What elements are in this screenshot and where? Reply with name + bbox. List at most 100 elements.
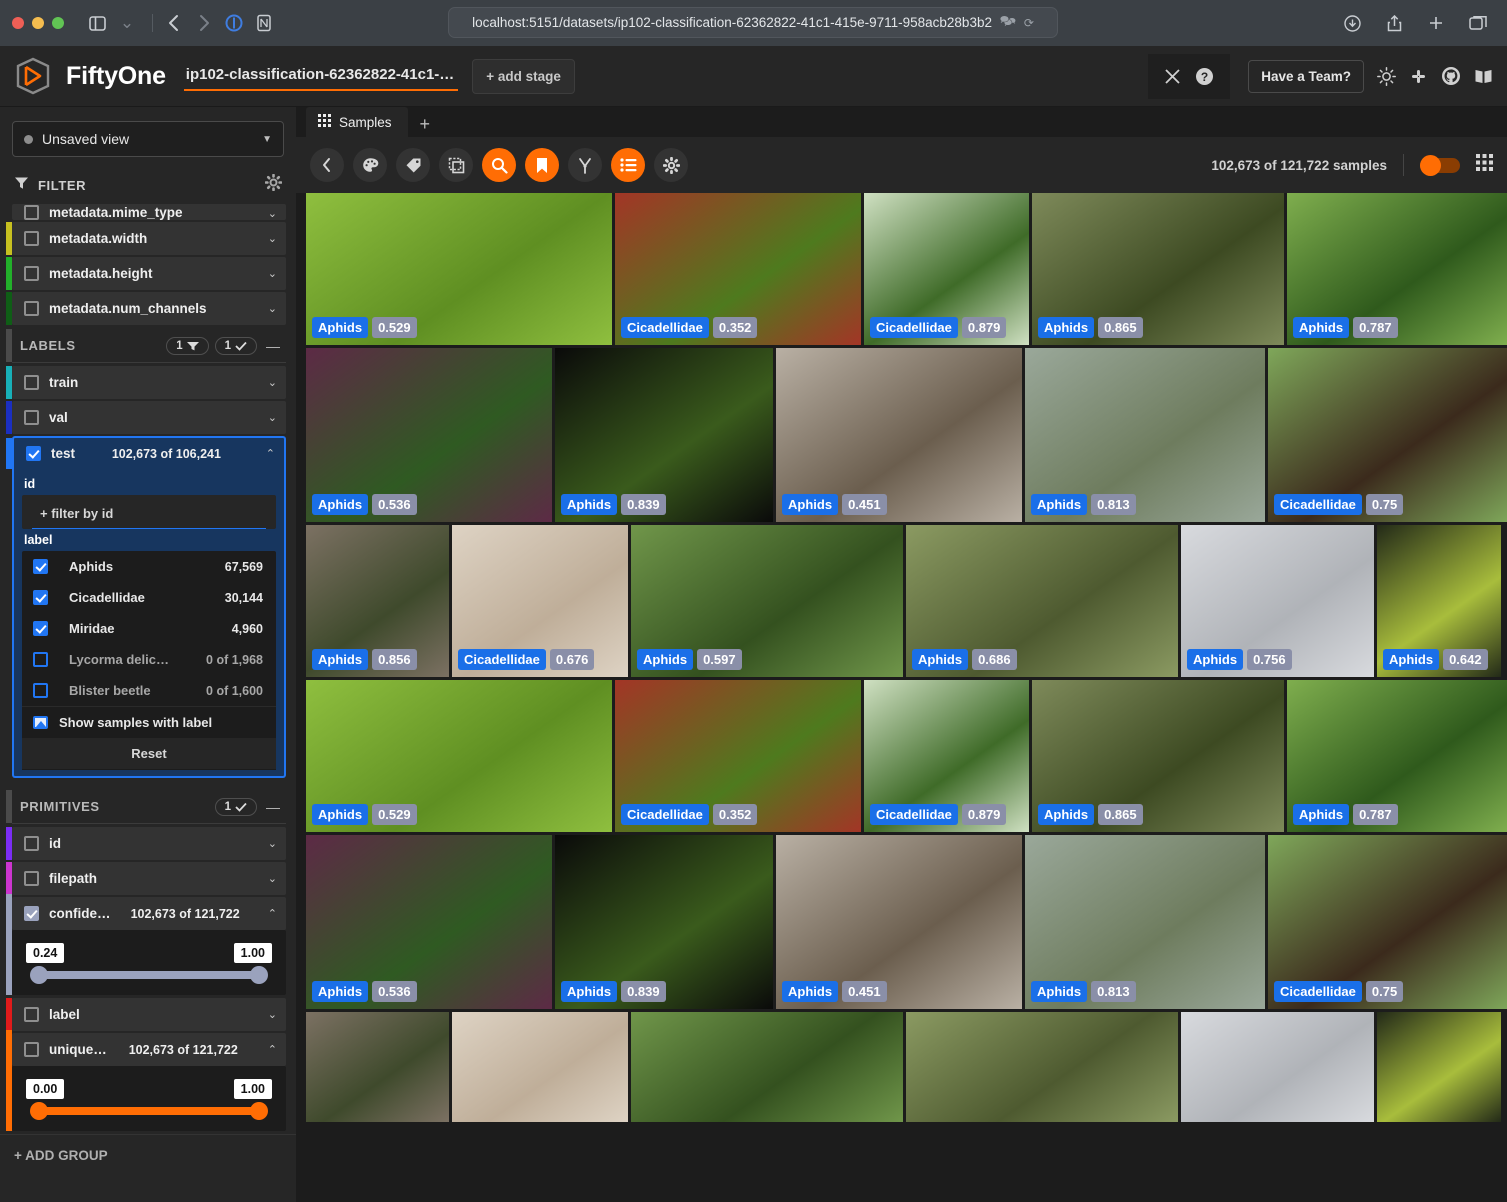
- sidebar-field-confidence[interactable]: confide… 102,673 of 121,722 ⌃: [6, 897, 286, 930]
- forward-icon[interactable]: [191, 10, 217, 36]
- gear-icon[interactable]: [264, 173, 283, 196]
- sample-tile[interactable]: Aphids 0.451: [776, 348, 1022, 522]
- sidebar-field-id[interactable]: id ⌄: [6, 827, 286, 860]
- chevron-down-icon[interactable]: ▼: [262, 134, 272, 145]
- reload-icon[interactable]: ⟳: [1024, 16, 1034, 30]
- field-checkbox[interactable]: [24, 231, 39, 246]
- confidence-slider-track[interactable]: [30, 966, 268, 984]
- sample-tile[interactable]: Aphids 0.787: [1287, 193, 1507, 345]
- search-icon[interactable]: [482, 148, 516, 182]
- label-row-blister-beetle[interactable]: Blister beetle 0 of 1,600: [22, 675, 276, 706]
- sidebar-field-val[interactable]: val ⌄: [6, 401, 286, 434]
- sample-tile[interactable]: Aphids 0.839: [555, 835, 773, 1009]
- uniqueness-min-value[interactable]: 0.00: [26, 1079, 65, 1099]
- image-checkbox-icon[interactable]: [33, 716, 48, 729]
- back-icon[interactable]: [310, 148, 344, 182]
- label-checkbox[interactable]: [33, 590, 48, 605]
- chevron-down-icon[interactable]: ⌄: [268, 232, 277, 245]
- sample-tile[interactable]: Aphids 0.813: [1025, 835, 1265, 1009]
- label-checkbox[interactable]: [33, 652, 48, 667]
- sample-tile[interactable]: Aphids 0.865: [1032, 193, 1284, 345]
- chevron-down-icon[interactable]: ⌄: [268, 1008, 277, 1021]
- chevron-up-icon[interactable]: ⌃: [268, 1043, 277, 1056]
- samples-grid[interactable]: Aphids 0.529 Cicadellidae 0.352 Cicadellidae…: [296, 193, 1507, 1202]
- branch-icon[interactable]: [568, 148, 602, 182]
- field-checkbox[interactable]: [26, 446, 41, 461]
- field-checkbox[interactable]: [24, 1042, 39, 1057]
- chevron-down-icon[interactable]: ⌄: [268, 411, 277, 424]
- close-icon[interactable]: [1164, 68, 1181, 85]
- sample-tile[interactable]: [1377, 1012, 1501, 1122]
- confidence-slider-min-handle[interactable]: [30, 966, 48, 984]
- filter-by-id-input[interactable]: [32, 506, 266, 529]
- sample-tile[interactable]: Cicadellidae 0.352: [615, 193, 861, 345]
- chevron-down-icon[interactable]: ⌄: [268, 267, 277, 280]
- sample-tile[interactable]: Cicadellidae 0.75: [1268, 835, 1507, 1009]
- confidence-slider-max-handle[interactable]: [250, 966, 268, 984]
- sample-tile[interactable]: Aphids 0.856: [306, 525, 449, 677]
- field-checkbox[interactable]: [24, 375, 39, 390]
- sample-tile[interactable]: Cicadellidae 0.352: [615, 680, 861, 832]
- window-traffic-lights[interactable]: [12, 17, 64, 29]
- sample-tile[interactable]: Aphids 0.865: [1032, 680, 1284, 832]
- label-row-miridae[interactable]: Miridae 4,960: [22, 613, 276, 644]
- share-icon[interactable]: [1381, 10, 1407, 36]
- chevron-up-icon[interactable]: ⌃: [268, 907, 277, 920]
- grid-toggle[interactable]: [1420, 154, 1460, 176]
- field-checkbox[interactable]: [24, 1007, 39, 1022]
- show-samples-with-label-row[interactable]: Show samples with label: [22, 706, 276, 738]
- confidence-max-value[interactable]: 1.00: [233, 943, 272, 963]
- tab-samples[interactable]: Samples: [306, 107, 408, 137]
- label-row-aphids[interactable]: Aphids 67,569: [22, 551, 276, 582]
- help-icon[interactable]: ?: [1195, 67, 1214, 86]
- collapse-group-icon[interactable]: —: [266, 338, 280, 354]
- view-selector[interactable]: Unsaved view ▼: [12, 121, 284, 157]
- labels-filter-count[interactable]: 1: [166, 336, 209, 355]
- sidebar-scroll[interactable]: metadata.mime_type ⌄ metadata.width ⌄ me…: [0, 204, 296, 1202]
- close-window-button[interactable]: [12, 17, 24, 29]
- label-checkbox[interactable]: [33, 683, 48, 698]
- field-checkbox[interactable]: [24, 205, 39, 220]
- sidebar-field-metadata-width[interactable]: metadata.width ⌄: [6, 222, 286, 255]
- collapse-group-icon[interactable]: —: [266, 799, 280, 815]
- chevron-down-icon[interactable]: ⌄: [268, 837, 277, 850]
- sample-tile[interactable]: [452, 1012, 628, 1122]
- sidebar-field-metadata-mime-type[interactable]: metadata.mime_type ⌄: [12, 204, 286, 220]
- field-checkbox[interactable]: [24, 301, 39, 316]
- label-checkbox[interactable]: [33, 559, 48, 574]
- tab-overview-icon[interactable]: [1465, 10, 1491, 36]
- dataset-name[interactable]: ip102-classification-62362822-41c1-…: [183, 62, 459, 91]
- github-icon[interactable]: [1441, 66, 1461, 86]
- primitives-check-count[interactable]: 1: [214, 797, 257, 816]
- sample-tile[interactable]: [306, 1012, 449, 1122]
- sample-tile[interactable]: Cicadellidae 0.879: [864, 193, 1029, 345]
- sample-tile[interactable]: Aphids 0.536: [306, 835, 552, 1009]
- theme-icon[interactable]: [1377, 66, 1396, 86]
- gear-icon[interactable]: [654, 148, 688, 182]
- shield-icon[interactable]: [221, 10, 247, 36]
- field-checkbox[interactable]: [24, 906, 39, 921]
- sidebar-field-filepath[interactable]: filepath ⌄: [6, 862, 286, 895]
- sample-tile[interactable]: Cicadellidae 0.75: [1268, 348, 1507, 522]
- field-checkbox[interactable]: [24, 871, 39, 886]
- sample-tile[interactable]: Aphids 0.686: [906, 525, 1178, 677]
- sidebar-field-metadata-num-channels[interactable]: metadata.num_channels ⌄: [6, 292, 286, 325]
- sample-tile[interactable]: Aphids 0.597: [631, 525, 903, 677]
- uniqueness-slider-min-handle[interactable]: [30, 1102, 48, 1120]
- chevron-down-icon[interactable]: ⌄: [268, 872, 277, 885]
- chevron-down-icon[interactable]: ⌄: [268, 376, 277, 389]
- sample-tile[interactable]: Aphids 0.451: [776, 835, 1022, 1009]
- sample-tile[interactable]: [631, 1012, 903, 1122]
- label-row-lycorma-delicatula[interactable]: Lycorma delic… 0 of 1,968: [22, 644, 276, 675]
- address-bar[interactable]: localhost:5151/datasets/ip102-classifica…: [448, 7, 1058, 38]
- sample-tile[interactable]: [906, 1012, 1178, 1122]
- sidebar-field-label[interactable]: label ⌄: [6, 998, 286, 1031]
- sample-tile[interactable]: Aphids 0.756: [1181, 525, 1374, 677]
- back-icon[interactable]: [161, 10, 187, 36]
- list-icon[interactable]: [611, 148, 645, 182]
- sidebar-field-test[interactable]: test 102,673 of 106,241 ⌃: [6, 436, 286, 469]
- add-group-button[interactable]: + ADD GROUP: [0, 1134, 296, 1175]
- chevron-up-icon[interactable]: ⌃: [266, 447, 275, 460]
- reset-button[interactable]: Reset: [22, 738, 276, 770]
- uniqueness-slider-max-handle[interactable]: [250, 1102, 268, 1120]
